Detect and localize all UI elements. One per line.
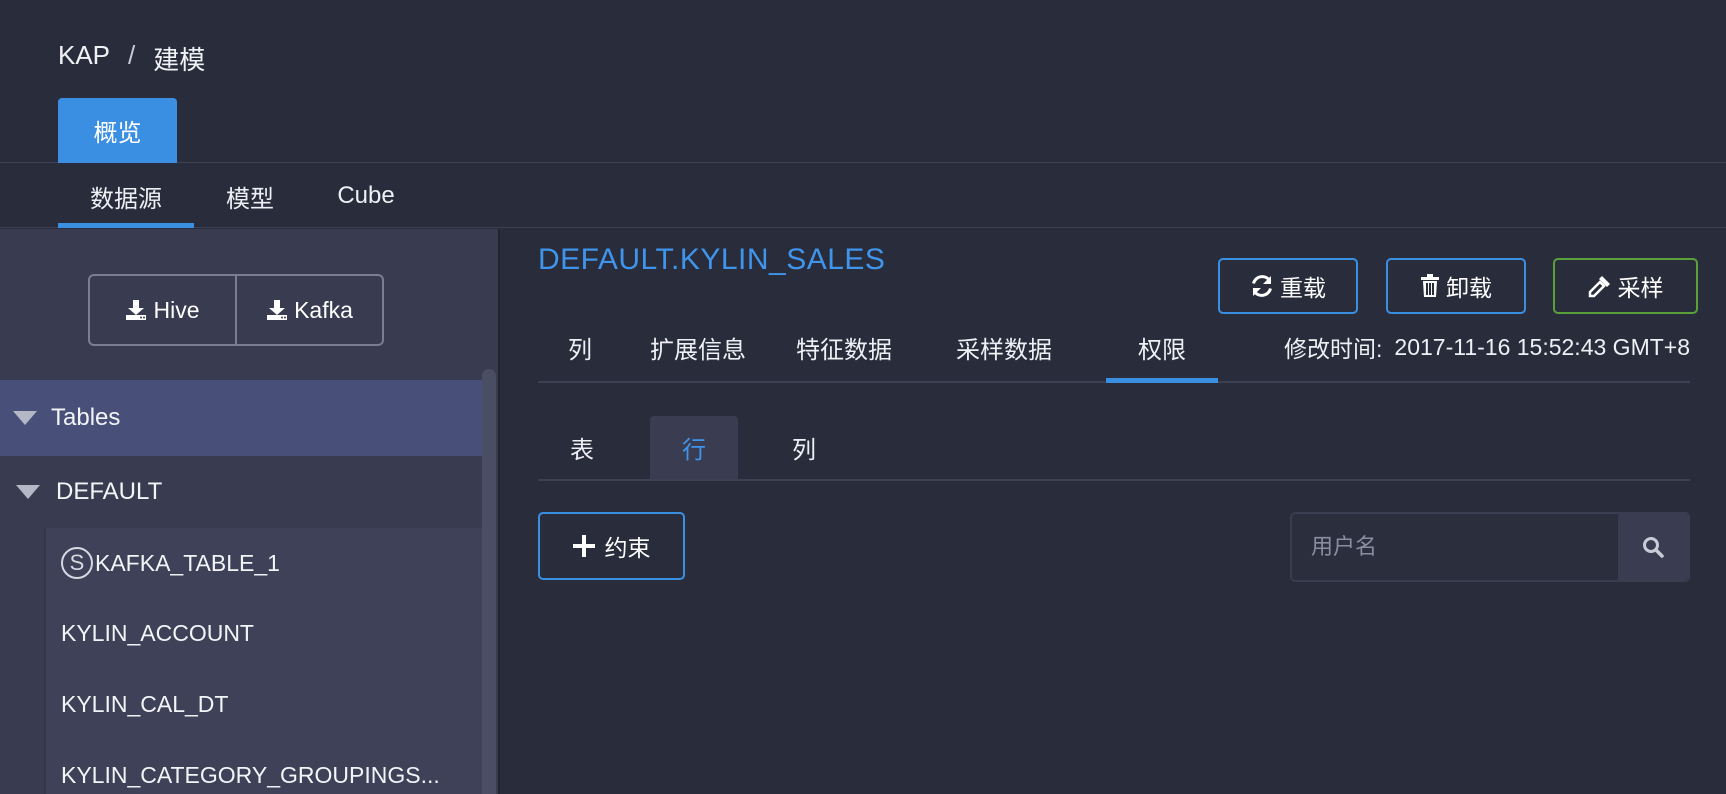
eyedropper-icon — [1588, 276, 1610, 298]
download-icon — [267, 300, 288, 320]
breadcrumb-current: 建模 — [153, 45, 206, 75]
table-list: S KAFKA_TABLE_1 KYLIN_ACCOUNT KYLIN_CAL_… — [44, 528, 482, 794]
sample-button[interactable]: 采样 — [1553, 258, 1698, 314]
search-input[interactable] — [1292, 514, 1618, 580]
tree-node-tables[interactable]: Tables — [0, 380, 482, 456]
tab-table-permission[interactable]: 表 — [538, 416, 626, 479]
app-page: KAP / 建模 概览 数据源 模型 Cube Hive Kafka Table… — [0, 0, 1726, 794]
tab-columns[interactable]: 列 — [560, 313, 600, 381]
reload-button[interactable]: 重载 — [1218, 258, 1358, 314]
table-title: DEFAULT.KYLIN_SALES — [538, 243, 886, 276]
tab-data-source[interactable]: 数据源 — [58, 164, 194, 228]
main-panel: DEFAULT.KYLIN_SALES 重载 卸载 采样 列 扩展信息 特征数据… — [500, 229, 1726, 794]
sidebar-scrollbar[interactable] — [482, 369, 496, 794]
tab-row-permission[interactable]: 行 — [650, 416, 738, 479]
table-item-label: KAFKA_TABLE_1 — [95, 549, 280, 576]
modified-time-label: 修改时间: — [1284, 336, 1383, 362]
breadcrumb-root[interactable]: KAP — [58, 40, 110, 77]
subnav: 数据源 模型 Cube — [0, 164, 1726, 228]
tab-column-permission[interactable]: 列 — [760, 416, 848, 479]
refresh-icon — [1252, 275, 1272, 297]
trash-icon — [1421, 274, 1439, 297]
tab-cube[interactable]: Cube — [326, 164, 406, 228]
search-button[interactable] — [1618, 514, 1688, 580]
table-item[interactable]: KYLIN_CATEGORY_GROUPINGS... — [61, 740, 440, 794]
unload-button[interactable]: 卸载 — [1386, 258, 1526, 314]
streaming-icon: S — [61, 547, 93, 579]
unload-label: 卸载 — [1446, 275, 1492, 301]
sidebar: Hive Kafka Tables DEFAULT S KAFKA_TABLE_… — [0, 229, 498, 794]
tab-extended-info[interactable]: 扩展信息 — [646, 313, 750, 381]
breadcrumb: KAP / 建模 — [58, 40, 205, 77]
tab-model[interactable]: 模型 — [210, 164, 290, 228]
modified-time-value: 2017-11-16 15:52:43 GMT+8 — [1394, 333, 1690, 360]
table-item[interactable]: KYLIN_CAL_DT — [61, 669, 228, 739]
caret-down-icon[interactable] — [16, 485, 40, 499]
sample-label: 采样 — [1617, 275, 1664, 301]
tree-node-label: Tables — [51, 404, 121, 431]
load-source-button-group: Hive Kafka — [88, 274, 384, 346]
reload-label: 重载 — [1280, 275, 1326, 301]
table-item[interactable]: KYLIN_ACCOUNT — [61, 598, 254, 668]
modified-time: 修改时间: 2017-11-16 15:52:43 GMT+8 — [1284, 313, 1690, 381]
load-hive-button[interactable]: Hive — [90, 276, 235, 344]
user-search — [1290, 512, 1690, 582]
table-item[interactable]: S KAFKA_TABLE_1 — [61, 528, 280, 598]
load-kafka-button[interactable]: Kafka — [235, 276, 382, 344]
load-kafka-label: Kafka — [294, 296, 353, 323]
tab-sample-data[interactable]: 采样数据 — [952, 313, 1056, 381]
permission-tabs: 表 行 列 — [538, 416, 1690, 481]
add-constraint-label: 约束 — [604, 535, 651, 561]
tab-permissions[interactable]: 权限 — [1106, 313, 1218, 383]
load-hive-label: Hive — [153, 296, 200, 323]
detail-tabs: 列 扩展信息 特征数据 采样数据 权限 修改时间: 2017-11-16 15:… — [538, 313, 1690, 383]
download-icon — [126, 300, 147, 320]
search-icon — [1643, 537, 1664, 558]
tree-node-label: DEFAULT — [56, 478, 163, 505]
caret-down-icon[interactable] — [13, 411, 37, 425]
tab-statistics[interactable]: 特征数据 — [792, 313, 896, 381]
tree-node-database[interactable]: DEFAULT — [0, 456, 482, 528]
plus-icon — [572, 535, 595, 557]
tab-overview[interactable]: 概览 — [58, 98, 177, 163]
header: KAP / 建模 概览 — [0, 0, 1726, 163]
breadcrumb-separator: / — [128, 40, 136, 70]
add-constraint-button[interactable]: 约束 — [538, 512, 685, 580]
